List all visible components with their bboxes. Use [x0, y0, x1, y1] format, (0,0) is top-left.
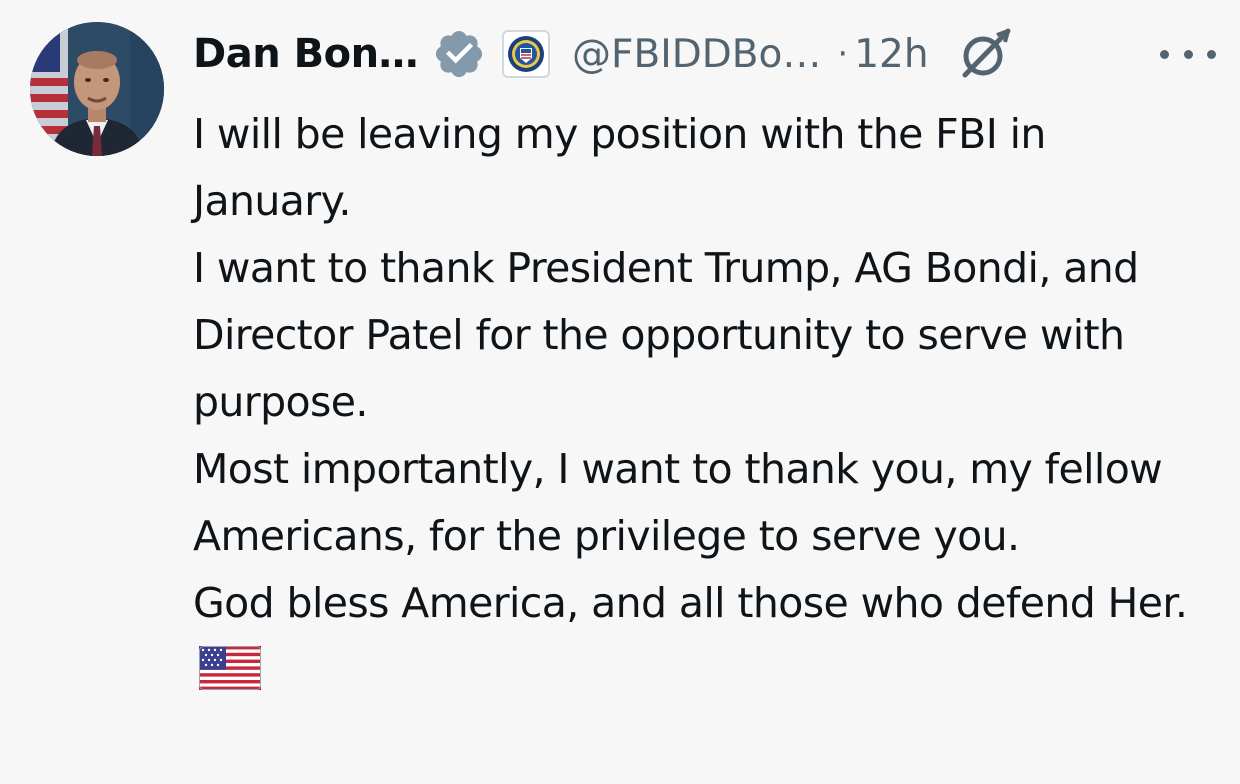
more-dot [1160, 49, 1169, 59]
avatar-image [30, 22, 164, 156]
tweet-paragraph: I want to thank President Trump, AG Bond… [193, 244, 1139, 426]
more-dot [1183, 49, 1193, 59]
tweet-paragraph: God bless America, and all those who def… [193, 579, 1188, 627]
tweet-paragraph: I will be leaving my position with the F… [193, 110, 1046, 225]
tweet-text: I will be leaving my position with the F… [193, 101, 1213, 710]
more-options-icon[interactable] [1160, 34, 1216, 74]
separator-dot: · [837, 34, 849, 74]
verified-badge-icon[interactable] [432, 27, 486, 81]
more-dot [1207, 49, 1216, 59]
tweet-paragraph: Most importantly, I want to thank you, m… [193, 445, 1163, 560]
display-name[interactable]: Dan Bon… [193, 31, 419, 77]
tweet: Dan Bon… @FBIDDBo… · 12h I will be leavi… [0, 0, 1240, 784]
grok-icon[interactable] [953, 23, 1015, 85]
us-flag-emoji [199, 643, 261, 710]
fbi-seal-icon[interactable] [502, 30, 551, 78]
tweet-paragraph-last: God bless America, and all those who def… [193, 570, 1213, 710]
tweet-header: Dan Bon… @FBIDDBo… · 12h [193, 26, 1223, 82]
timestamp[interactable]: 12h [854, 32, 928, 77]
handle[interactable]: @FBIDDBo… [572, 32, 821, 77]
avatar[interactable] [30, 22, 164, 156]
